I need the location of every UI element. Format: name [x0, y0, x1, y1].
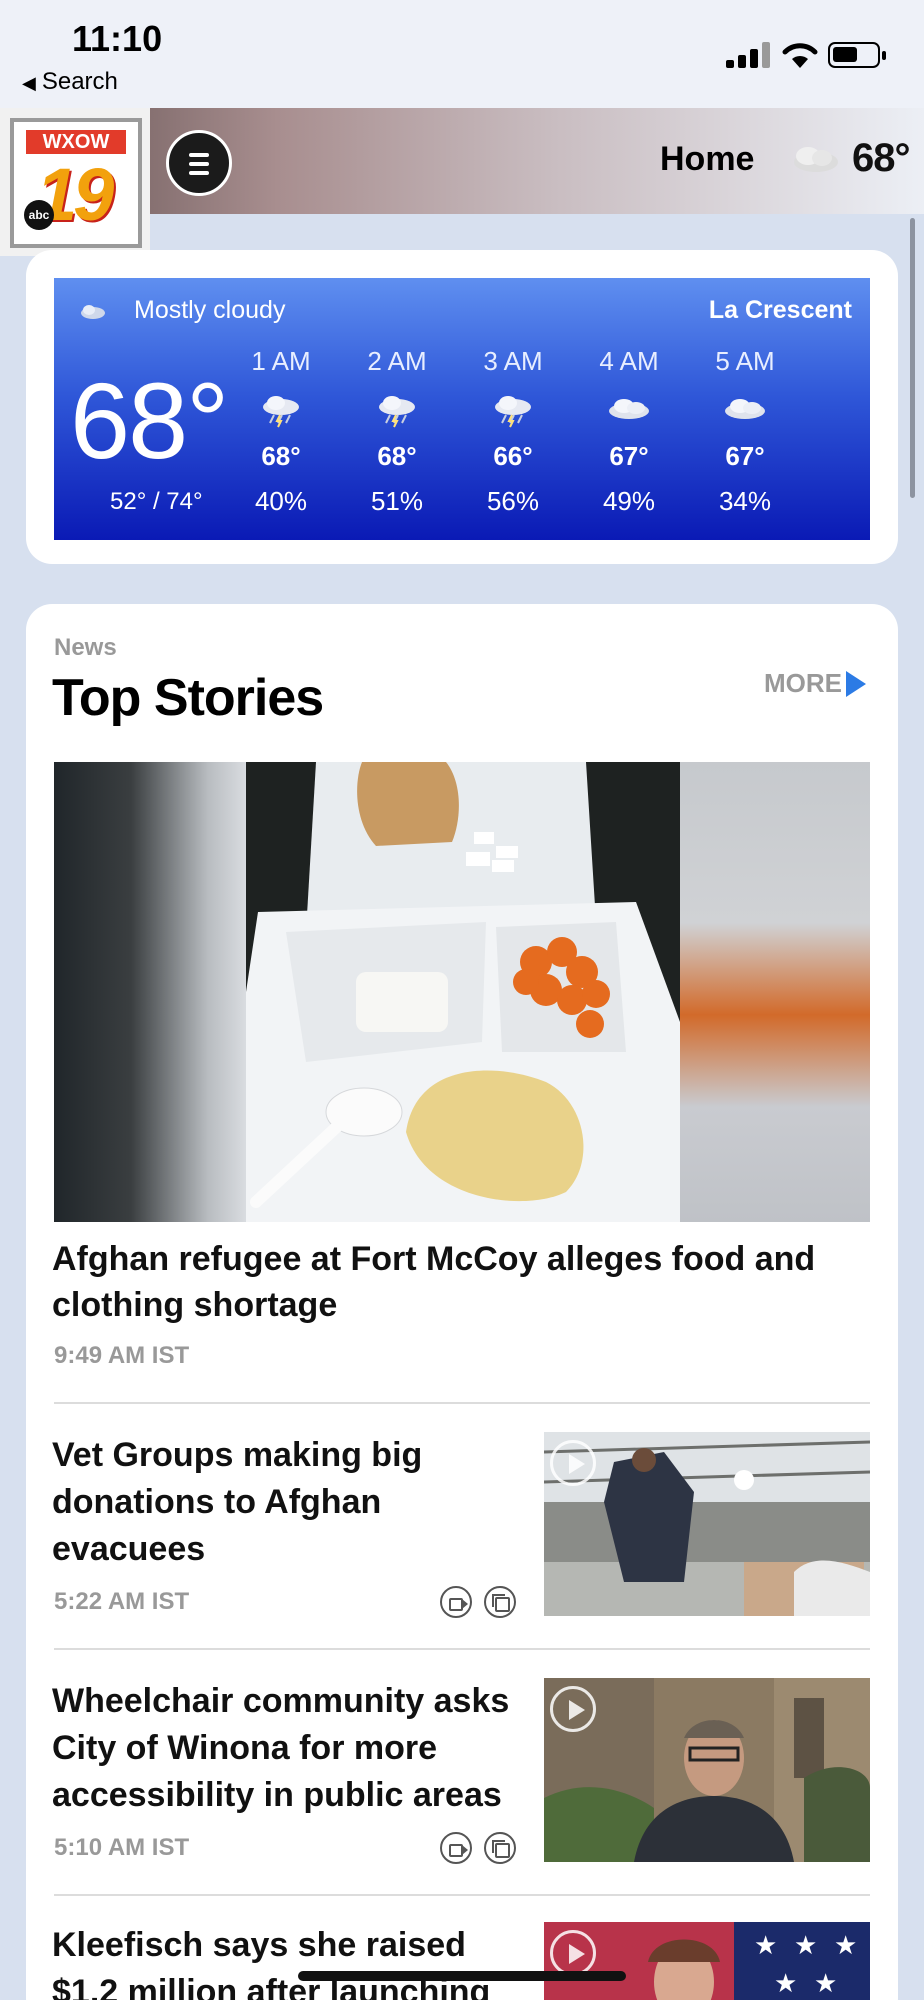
- hourly-forecast-item: 5 AM 67° 34%: [690, 346, 800, 517]
- play-icon[interactable]: [550, 1440, 596, 1486]
- more-link[interactable]: MORE: [764, 668, 842, 699]
- hero-story-headline[interactable]: Afghan refugee at Fort McCoy alleges foo…: [52, 1236, 872, 1328]
- svg-text:★: ★: [794, 1931, 817, 1961]
- thunderstorm-icon: [379, 396, 415, 428]
- hourly-time: 1 AM: [251, 346, 311, 376]
- video-badge-icon: [440, 1832, 472, 1864]
- hourly-time: 2 AM: [367, 346, 427, 376]
- story-divider: [54, 1648, 870, 1650]
- hourly-forecast-item: 2 AM 68° 51%: [342, 346, 452, 517]
- story-thumbnail[interactable]: ★ ★ ★ ★ ★: [544, 1922, 870, 2000]
- story-time: 5:22 AM IST: [54, 1588, 190, 1615]
- hero-story-time: 9:49 AM IST: [54, 1342, 190, 1369]
- section-title: Top Stories: [52, 669, 324, 727]
- hourly-temp: 67°: [725, 441, 765, 471]
- station-logo[interactable]: WXOW 19 abc: [10, 118, 142, 248]
- story-headline[interactable]: Vet Groups making big donations to Afgha…: [52, 1432, 522, 1573]
- cloudy-icon: [81, 305, 105, 319]
- status-bar: 11:10 ◀ Search: [0, 0, 924, 108]
- play-icon[interactable]: [550, 1930, 596, 1976]
- more-arrow-icon[interactable]: [846, 671, 866, 697]
- gallery-badge-icon: [484, 1586, 516, 1618]
- weather-low-high: 52° / 74°: [110, 488, 203, 515]
- hourly-forecast-item: 4 AM 67° 49%: [574, 346, 684, 517]
- hourly-precip: 34%: [718, 486, 772, 516]
- hourly-temp: 68°: [377, 441, 417, 471]
- back-search-label: Search: [41, 68, 118, 95]
- thunderstorm-icon: [263, 396, 299, 428]
- svg-text:★: ★: [774, 1969, 797, 1999]
- weather-condition: Mostly cloudy: [134, 296, 286, 324]
- thunderstorm-icon: [495, 396, 531, 428]
- hero-story-image[interactable]: [54, 762, 870, 1222]
- section-kicker: News: [54, 634, 117, 661]
- food-tray-photo: [246, 762, 680, 1222]
- story-thumbnail[interactable]: [544, 1678, 870, 1862]
- hourly-forecast-item: 1 AM 68° 40%: [226, 346, 336, 517]
- story-headline[interactable]: Kleefisch says she raised $1.2 million a…: [52, 1922, 522, 2000]
- hourly-precip: 51%: [370, 486, 424, 516]
- back-to-search-link[interactable]: ◀ Search: [22, 68, 118, 96]
- hamburger-menu-button[interactable]: [166, 130, 232, 196]
- hourly-precip: 49%: [602, 486, 656, 516]
- hourly-temp: 66°: [493, 441, 533, 471]
- weather-location[interactable]: La Crescent: [709, 296, 852, 325]
- hourly-time: 4 AM: [599, 346, 659, 376]
- story-divider: [54, 1894, 870, 1896]
- video-badge-icon: [440, 1586, 472, 1618]
- back-arrow-icon: ◀: [22, 73, 36, 93]
- wifi-icon: [782, 43, 818, 68]
- weather-current-temp: 68°: [70, 360, 229, 481]
- cellular-signal-icon: [726, 40, 770, 68]
- hourly-time: 5 AM: [715, 346, 775, 376]
- weather-panel[interactable]: Mostly cloudy La Crescent 68° 52° / 74° …: [54, 278, 870, 540]
- hourly-time: 3 AM: [483, 346, 543, 376]
- home-indicator[interactable]: [298, 1971, 626, 1981]
- nav-home-label[interactable]: Home: [660, 140, 754, 179]
- hourly-forecast-item: 3 AM 66° 56%: [458, 346, 568, 517]
- story-time: 5:10 AM IST: [54, 1834, 190, 1861]
- cloudy-icon: [794, 147, 838, 172]
- cloudy-icon: [609, 399, 649, 419]
- hourly-precip: 40%: [254, 486, 308, 516]
- logo-callsign: WXOW: [26, 130, 126, 154]
- story-thumbnail[interactable]: [544, 1432, 870, 1616]
- cloudy-icon: [725, 399, 765, 419]
- hourly-precip: 56%: [486, 486, 540, 516]
- station-logo-container[interactable]: WXOW 19 abc: [0, 108, 150, 256]
- header-current-temp[interactable]: 68°: [852, 136, 910, 181]
- logo-network-badge: abc: [24, 200, 54, 230]
- svg-text:★: ★: [814, 1969, 837, 1999]
- gallery-badge-icon: [484, 1832, 516, 1864]
- play-icon[interactable]: [550, 1686, 596, 1732]
- story-headline[interactable]: Wheelchair community asks City of Winona…: [52, 1678, 522, 1819]
- status-time: 11:10: [72, 18, 163, 59]
- story-divider: [54, 1402, 870, 1404]
- hourly-temp: 68°: [261, 441, 301, 471]
- hourly-temp: 67°: [609, 441, 649, 471]
- svg-text:★: ★: [834, 1931, 857, 1961]
- battery-icon: [828, 42, 886, 68]
- page-scrollbar[interactable]: [910, 218, 915, 498]
- svg-text:★: ★: [754, 1931, 777, 1961]
